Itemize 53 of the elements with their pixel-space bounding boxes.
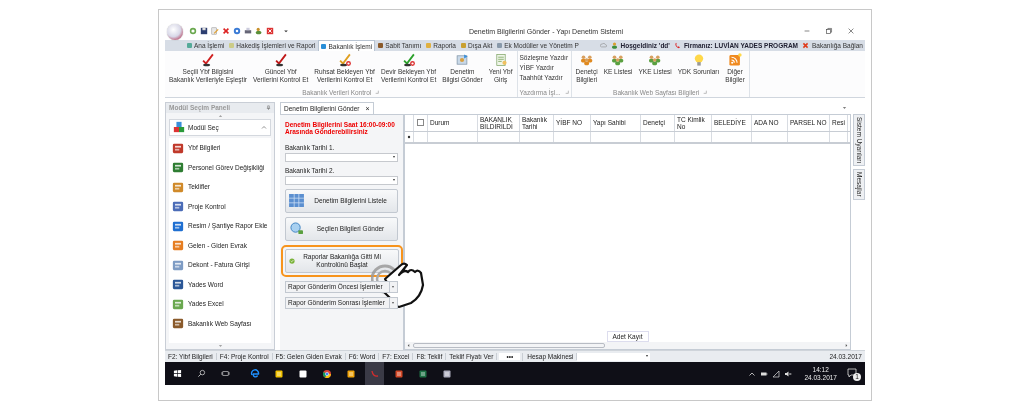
chrome-icon — [321, 368, 332, 379]
module-icon — [172, 161, 184, 174]
speaker-muted-icon[interactable] — [784, 369, 793, 378]
disconnect-icon[interactable] — [802, 42, 810, 49]
checkmark-icon — [273, 53, 288, 67]
scroll-right-icon[interactable] — [845, 343, 848, 349]
module-icon — [172, 219, 184, 232]
date-field[interactable] — [285, 175, 398, 185]
refresh-icon[interactable] — [189, 27, 197, 35]
calculator-field[interactable] — [577, 352, 651, 361]
checkbox[interactable] — [417, 119, 424, 127]
people-icon — [648, 53, 663, 67]
windows-logo-icon[interactable] — [173, 369, 182, 378]
application-orb[interactable] — [167, 24, 183, 40]
date-field[interactable] — [285, 152, 398, 162]
check-circle-icon — [289, 257, 295, 264]
table-icon — [289, 194, 304, 208]
phone-icon — [673, 42, 681, 49]
module-icon — [172, 278, 184, 291]
search-icon[interactable] — [197, 369, 206, 378]
task-view-icon[interactable] — [221, 369, 230, 378]
module-icon — [172, 317, 184, 330]
module-icon — [172, 239, 184, 252]
cloud-icon — [599, 42, 607, 49]
module-icon — [172, 297, 184, 310]
dropdown-arrow-icon[interactable] — [842, 105, 847, 110]
save-icon[interactable] — [200, 27, 208, 35]
cubes-icon — [173, 121, 185, 134]
user-icon — [610, 42, 618, 49]
browser-icon — [249, 368, 260, 379]
module-icon — [172, 258, 184, 271]
pin-icon[interactable] — [266, 105, 271, 111]
module-icon — [172, 180, 184, 193]
user-icon[interactable] — [255, 27, 263, 35]
checkmark-icon — [201, 53, 215, 67]
close-icon[interactable] — [847, 27, 855, 35]
restore-icon[interactable] — [825, 27, 833, 35]
module-icon — [172, 200, 184, 213]
settings-icon[interactable] — [233, 27, 241, 35]
scroll-left-icon[interactable] — [407, 343, 410, 349]
printer-icon[interactable] — [244, 27, 252, 35]
close-icon[interactable] — [222, 27, 230, 35]
app-icon — [369, 368, 380, 379]
scrollbar-thumb[interactable] — [413, 343, 605, 349]
edit-icon[interactable] — [211, 27, 219, 35]
people-icon — [611, 53, 626, 67]
people-icon — [579, 53, 594, 67]
module-icon — [172, 141, 184, 154]
exit-icon[interactable] — [266, 27, 274, 35]
wifi-icon[interactable] — [772, 369, 781, 378]
search-icon — [289, 222, 304, 236]
form-icon — [493, 53, 508, 67]
dropdown-arrow-icon[interactable] — [283, 27, 289, 35]
